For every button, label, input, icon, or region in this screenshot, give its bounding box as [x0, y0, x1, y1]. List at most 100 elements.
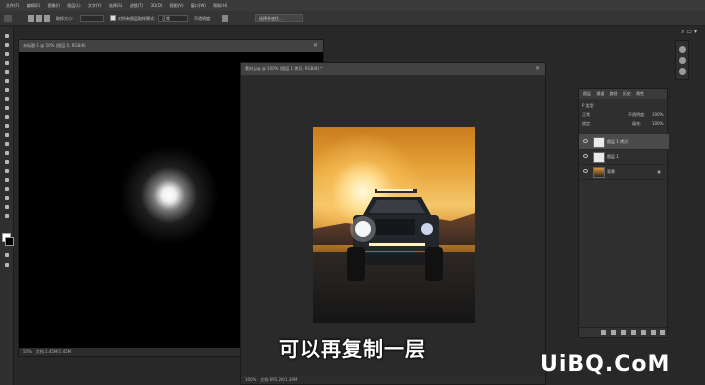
- layer-row[interactable]: 背景 ▣: [579, 164, 669, 180]
- stamp-tool-icon[interactable]: [3, 105, 11, 111]
- menu-3d[interactable]: 3D(D): [151, 0, 163, 11]
- move-tool-icon[interactable]: [3, 33, 11, 39]
- visibility-eye-icon[interactable]: [583, 169, 588, 173]
- swatches-panel-icon[interactable]: [679, 57, 686, 64]
- zoom-tool-icon[interactable]: [3, 204, 11, 210]
- layer-kind-select[interactable]: P 类型: [582, 103, 594, 108]
- truck-photo-canvas[interactable]: [313, 127, 475, 323]
- sample-size-label: 取样大小:: [56, 16, 74, 21]
- menu-filter[interactable]: 滤镜(T): [130, 0, 144, 11]
- zoom-level[interactable]: 50%: [23, 349, 32, 354]
- screen-mode-icon[interactable]: [3, 262, 11, 268]
- visibility-eye-icon[interactable]: [583, 139, 588, 143]
- layer-row[interactable]: 图层 1 拷贝: [579, 134, 669, 150]
- close-icon[interactable]: ✕: [535, 63, 540, 75]
- new-layer-icon[interactable]: [651, 330, 656, 335]
- document-title[interactable]: 未标题-1 @ 50% (图层 0, RGB/8): [19, 40, 323, 52]
- menu-help[interactable]: 帮助(H): [213, 0, 227, 11]
- tool-preset-icon[interactable]: [4, 15, 12, 22]
- selection-add-icon[interactable]: [36, 15, 42, 22]
- lock-icon: ▣: [657, 169, 661, 174]
- panel-icons-strip: [675, 40, 689, 80]
- brush-tool-icon[interactable]: [3, 96, 11, 102]
- layer-row[interactable]: 图层 1: [579, 149, 669, 165]
- layer-name[interactable]: 图层 1: [607, 149, 619, 164]
- fill-label: 填充:: [632, 121, 642, 126]
- eraser-tool-icon[interactable]: [3, 123, 11, 129]
- lock-row: 锁定: 填充: 100%: [582, 120, 666, 127]
- delete-layer-icon[interactable]: [660, 330, 665, 335]
- document-status-bar: 100% 文档:695.2K/1.39M: [241, 376, 545, 384]
- close-icon[interactable]: ✕: [313, 40, 318, 52]
- tab-properties[interactable]: 属性: [636, 91, 644, 96]
- sample-all-label: 对所有图层取样: [118, 16, 146, 21]
- add-mask-icon[interactable]: [621, 330, 626, 335]
- gradient-tool-icon[interactable]: [3, 132, 11, 138]
- mode-label: 模式:: [146, 16, 156, 21]
- layer-name[interactable]: 图层 1 拷贝: [607, 134, 628, 149]
- opacity-input[interactable]: 100%: [652, 111, 663, 118]
- layer-thumbnail: [593, 137, 605, 148]
- path-select-tool-icon[interactable]: [3, 177, 11, 183]
- selection-subtract-icon[interactable]: [44, 15, 50, 22]
- blend-mode-select[interactable]: 正常: [582, 112, 590, 117]
- quick-mask-icon[interactable]: [3, 252, 11, 258]
- layers-panel: 图层 通道 路径 历史 属性 P 类型 正常 不透明度: 100% 锁定: 填充…: [578, 88, 669, 338]
- blur-tool-icon[interactable]: [3, 141, 11, 147]
- lasso-tool-icon[interactable]: [3, 51, 11, 57]
- crop-tool-icon[interactable]: [3, 69, 11, 75]
- menu-bar: 文件(F) 编辑(E) 图像(I) 图层(L) 文字(Y) 选择(S) 滤镜(T…: [0, 0, 705, 11]
- pen-tool-icon[interactable]: [3, 159, 11, 165]
- document-title[interactable]: 素材.jpg @ 100% (图层 1 拷贝, RGB/8) *: [241, 63, 545, 75]
- layer-name[interactable]: 背景: [607, 164, 615, 179]
- truck-silhouette: [347, 189, 443, 281]
- video-subtitle: 可以再复制一层: [279, 337, 426, 361]
- menu-layer[interactable]: 图层(L): [67, 0, 80, 11]
- marquee-tool-icon[interactable]: [3, 42, 11, 48]
- type-tool-icon[interactable]: [3, 168, 11, 174]
- quick-select-tool-icon[interactable]: [3, 60, 11, 66]
- menu-image[interactable]: 图像(I): [48, 0, 60, 11]
- site-watermark: UiBQ.CoM: [540, 352, 671, 377]
- dodge-tool-icon[interactable]: [3, 150, 11, 156]
- opacity-label: 不透明度:: [628, 112, 646, 117]
- layer-style-icon[interactable]: [611, 330, 616, 335]
- layer-filter-row: P 类型: [582, 102, 666, 109]
- new-group-icon[interactable]: [641, 330, 646, 335]
- light-glow-image: [119, 145, 219, 245]
- menu-view[interactable]: 视图(V): [170, 0, 184, 11]
- link-layers-icon[interactable]: [601, 330, 606, 335]
- eyedropper-tool-icon[interactable]: [3, 78, 11, 84]
- tab-layers[interactable]: 图层: [583, 91, 591, 96]
- menu-select[interactable]: 选择(S): [109, 0, 123, 11]
- options-bar: 取样大小: 对所有图层取样 模式: 正常 不透明度: 选择并遮住... ⌕ ▭ …: [0, 11, 705, 35]
- sample-all-checkbox[interactable]: [110, 15, 116, 21]
- visibility-eye-icon[interactable]: [583, 154, 588, 158]
- menu-window[interactable]: 窗口(W): [191, 0, 206, 11]
- layers-panel-tabs: 图层 通道 路径 历史 属性: [579, 89, 667, 99]
- adjustments-panel-icon[interactable]: [679, 68, 686, 75]
- fill-input[interactable]: 100%: [652, 120, 663, 127]
- tab-channels[interactable]: 通道: [596, 91, 604, 96]
- hand-tool-icon[interactable]: [3, 195, 11, 201]
- healing-tool-icon[interactable]: [3, 87, 11, 93]
- layer-thumbnail: [593, 167, 605, 178]
- tab-paths[interactable]: 路径: [610, 91, 618, 96]
- color-panel-icon[interactable]: [679, 46, 686, 53]
- tab-history[interactable]: 历史: [623, 91, 631, 96]
- sample-size-select[interactable]: [80, 15, 104, 22]
- document-size: 文档:695.2K/1.39M: [260, 377, 298, 382]
- menu-file[interactable]: 文件(F): [6, 0, 19, 11]
- more-tools-icon[interactable]: [3, 213, 11, 219]
- selection-mode-icon[interactable]: [28, 15, 34, 22]
- brush-icon[interactable]: [222, 15, 228, 22]
- background-color-swatch[interactable]: [5, 237, 14, 246]
- menu-edit[interactable]: 编辑(E): [27, 0, 41, 11]
- history-brush-tool-icon[interactable]: [3, 114, 11, 120]
- zoom-level[interactable]: 100%: [245, 377, 256, 382]
- search-icon[interactable]: ⌕ ▭ ▾: [681, 24, 697, 39]
- shape-tool-icon[interactable]: [3, 186, 11, 192]
- opacity-label: 不透明度:: [194, 16, 212, 21]
- adjustment-layer-icon[interactable]: [631, 330, 636, 335]
- menu-type[interactable]: 文字(Y): [88, 0, 102, 11]
